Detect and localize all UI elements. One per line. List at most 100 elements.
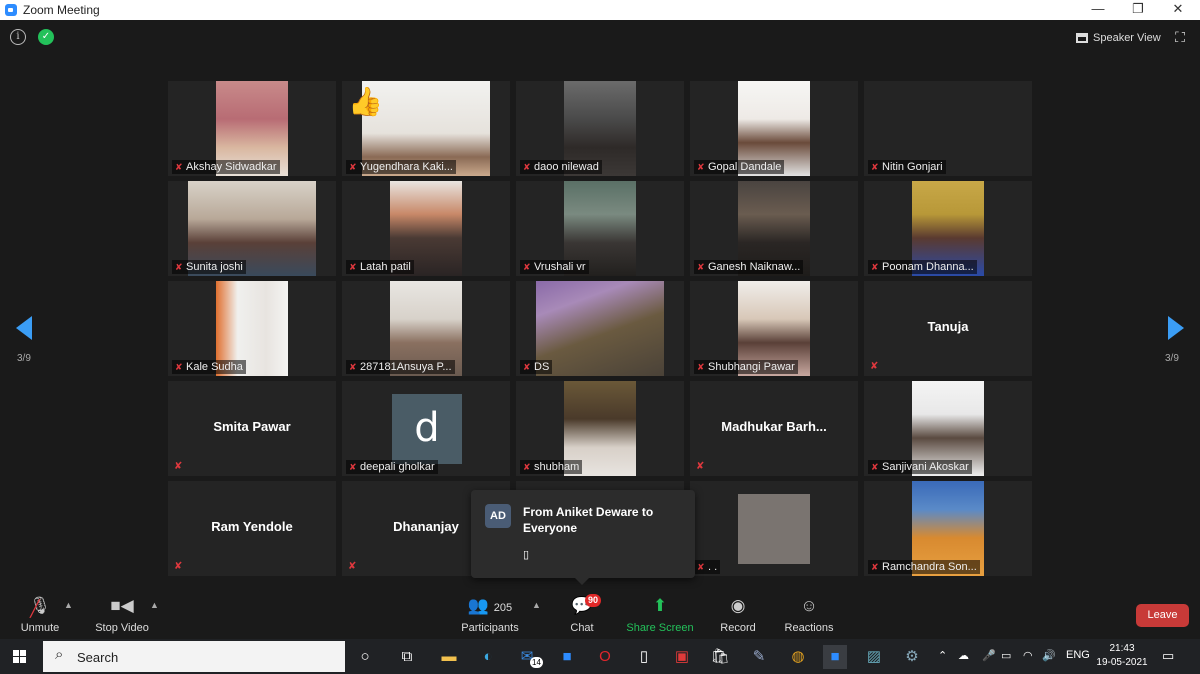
cortana-icon[interactable]: ○	[353, 645, 377, 669]
participant-name-tag: ✘ Nitin Gonjari	[868, 160, 946, 174]
muted-mic-icon: ✘	[175, 262, 183, 272]
participant-tile[interactable]: ✘ Vrushali vr	[516, 181, 684, 276]
participant-name-tag: ✘ daoo nilewad	[520, 160, 602, 174]
participant-tile[interactable]: ✘ Sunita joshi	[168, 181, 336, 276]
share-screen-button[interactable]: ⬆ Share Screen	[620, 596, 700, 634]
onedrive-cloud-icon[interactable]: ☁	[958, 649, 969, 662]
muted-mic-icon: ✘	[523, 262, 531, 272]
muted-mic-icon: ✘	[697, 162, 705, 172]
wifi-icon[interactable]: ◠	[1023, 649, 1033, 662]
audio-options-chevron-up-icon[interactable]: ▲	[64, 600, 73, 610]
participant-name: . .	[708, 561, 718, 573]
muted-mic-icon: ✘	[174, 461, 183, 472]
muted-mic-icon: ✘	[871, 462, 879, 472]
fullscreen-icon[interactable]: ⛶	[1172, 29, 1188, 45]
show-hidden-icons-chevron-up-icon[interactable]: ⌃	[938, 649, 947, 662]
participants-count: 205	[493, 602, 513, 614]
steam-icon[interactable]: ⚙	[900, 645, 924, 669]
edge-browser-icon[interactable]: ◐	[476, 645, 500, 669]
participant-tile[interactable]: ✘ shubham	[516, 381, 684, 476]
participant-tile[interactable]: ✘ Akshay Sidwadkar	[168, 81, 336, 176]
record-button[interactable]: ◉ Record	[698, 596, 778, 634]
search-icon: ⌕	[55, 646, 64, 663]
participant-tile[interactable]: Tanuja ✘	[864, 281, 1032, 376]
muted-mic-icon: ✘	[523, 162, 531, 172]
zoom-meeting-taskbar-icon[interactable]: ■	[823, 645, 847, 669]
input-language[interactable]: ENG	[1066, 649, 1090, 661]
chat-notification-title: From Aniket Deware to Everyone	[523, 505, 654, 535]
notification-center-icon[interactable]: ▭	[1162, 648, 1178, 664]
participant-name-tag: ✘ Sanjivani Akoskar	[868, 460, 972, 474]
store-icon[interactable]: 🛍	[708, 645, 732, 669]
chrome-icon[interactable]: ◍	[786, 645, 810, 669]
participants-button[interactable]: 👥 205 Participants	[450, 596, 530, 634]
media-app-icon[interactable]: ▣	[670, 645, 694, 669]
previous-page-arrow-icon[interactable]	[16, 316, 32, 340]
participant-tile[interactable]: ✘ daoo nilewad	[516, 81, 684, 176]
restore-button[interactable]: ❐	[1118, 0, 1158, 20]
task-view-icon[interactable]: ⧉	[395, 645, 419, 669]
participant-tile[interactable]: ✘ Sanjivani Akoskar	[864, 381, 1032, 476]
participant-name-tag: ✘ Vrushali vr	[520, 260, 589, 274]
participant-tile[interactable]: 👍 ✘ Yugendhara Kaki...	[342, 81, 510, 176]
file-explorer-icon[interactable]: ▬	[437, 645, 461, 669]
participant-tile[interactable]: Ram Yendole ✘	[168, 481, 336, 576]
taskbar-clock[interactable]: 21:43 19-05-2021	[1094, 642, 1150, 670]
app-icon[interactable]: ✎	[747, 645, 771, 669]
participant-name-tag: ✘. .	[694, 560, 721, 574]
muted-mic-icon: ✘	[349, 162, 357, 172]
participant-tile[interactable]: d ✘ deepali gholkar	[342, 381, 510, 476]
next-page-arrow-icon[interactable]	[1168, 316, 1184, 340]
participant-name-tag: ✘ deepali gholkar	[346, 460, 438, 474]
muted-mic-icon: ✘	[697, 562, 705, 572]
leave-button[interactable]: Leave	[1136, 604, 1189, 627]
chat-bubble-icon: 💬	[571, 596, 593, 615]
info-icon[interactable]: i	[10, 29, 26, 45]
muted-mic-icon: ✘	[870, 361, 879, 372]
opera-icon[interactable]: O	[593, 645, 617, 669]
share-screen-icon: ⬆	[652, 596, 668, 615]
muted-mic-icon: ✘	[697, 362, 705, 372]
chat-notification-popup[interactable]: AD From Aniket Deware to Everyone ▯	[471, 490, 695, 585]
battery-icon[interactable]: ▭	[1001, 649, 1011, 662]
microphone-icon[interactable]: 🎤	[982, 649, 996, 662]
start-button[interactable]	[0, 639, 42, 674]
participant-name: daoo nilewad	[534, 161, 599, 173]
record-label: Record	[720, 622, 756, 634]
participant-tile[interactable]: Smita Pawar ✘	[168, 381, 336, 476]
muted-mic-icon: ✘	[523, 462, 531, 472]
participant-tile[interactable]: ✘ Gopal Dandale	[690, 81, 858, 176]
participant-tile[interactable]: ✘ Poonam Dhanna...	[864, 181, 1032, 276]
video-options-chevron-up-icon[interactable]: ▲	[150, 600, 159, 610]
popup-pointer	[575, 578, 589, 585]
participant-name-tag: ✘ Shubhangi Pawar	[694, 360, 798, 374]
encryption-shield-icon[interactable]: ✓	[38, 29, 54, 45]
zoom-app-icon[interactable]: ■	[555, 645, 579, 669]
participant-name: Madhukar Barh...	[721, 419, 827, 434]
document-icon[interactable]: ▯	[632, 645, 656, 669]
smiley-plus-icon: ☺	[800, 596, 818, 615]
participant-tile[interactable]: ✘ 287181Ansuya P...	[342, 281, 510, 376]
reactions-button[interactable]: ☺ Reactions	[769, 596, 849, 634]
window-title: Zoom Meeting	[23, 3, 100, 17]
avatar: d	[392, 394, 462, 464]
participant-tile[interactable]: ✘ Shubhangi Pawar	[690, 281, 858, 376]
taskbar-search-box[interactable]: ⌕ Search	[43, 641, 345, 672]
participant-tile[interactable]: Madhukar Barh... ✘	[690, 381, 858, 476]
close-button[interactable]: ✕	[1158, 0, 1198, 20]
participant-tile[interactable]: ✘ Ramchandra Son...	[864, 481, 1032, 576]
participant-name-tag: ✘ Sunita joshi	[172, 260, 246, 274]
volume-icon[interactable]: 🔊	[1042, 649, 1056, 662]
participant-tile[interactable]: ✘ Nitin Gonjari	[864, 81, 1032, 176]
photos-icon[interactable]: ▨	[862, 645, 886, 669]
speaker-view-button[interactable]: Speaker View	[1070, 28, 1167, 48]
participant-tile[interactable]: ✘. .	[690, 481, 858, 576]
participant-tile[interactable]: ✘ Ganesh Naiknaw...	[690, 181, 858, 276]
participant-tile[interactable]: ✘ Latah patil	[342, 181, 510, 276]
record-icon: ◉	[730, 596, 746, 615]
minimize-button[interactable]: —	[1078, 0, 1118, 20]
participants-chevron-up-icon[interactable]: ▲	[532, 600, 541, 610]
chat-button[interactable]: 💬 Chat	[542, 596, 622, 634]
participant-tile[interactable]: ✘ Kale Sudha	[168, 281, 336, 376]
participant-tile[interactable]: ✘ DS	[516, 281, 684, 376]
